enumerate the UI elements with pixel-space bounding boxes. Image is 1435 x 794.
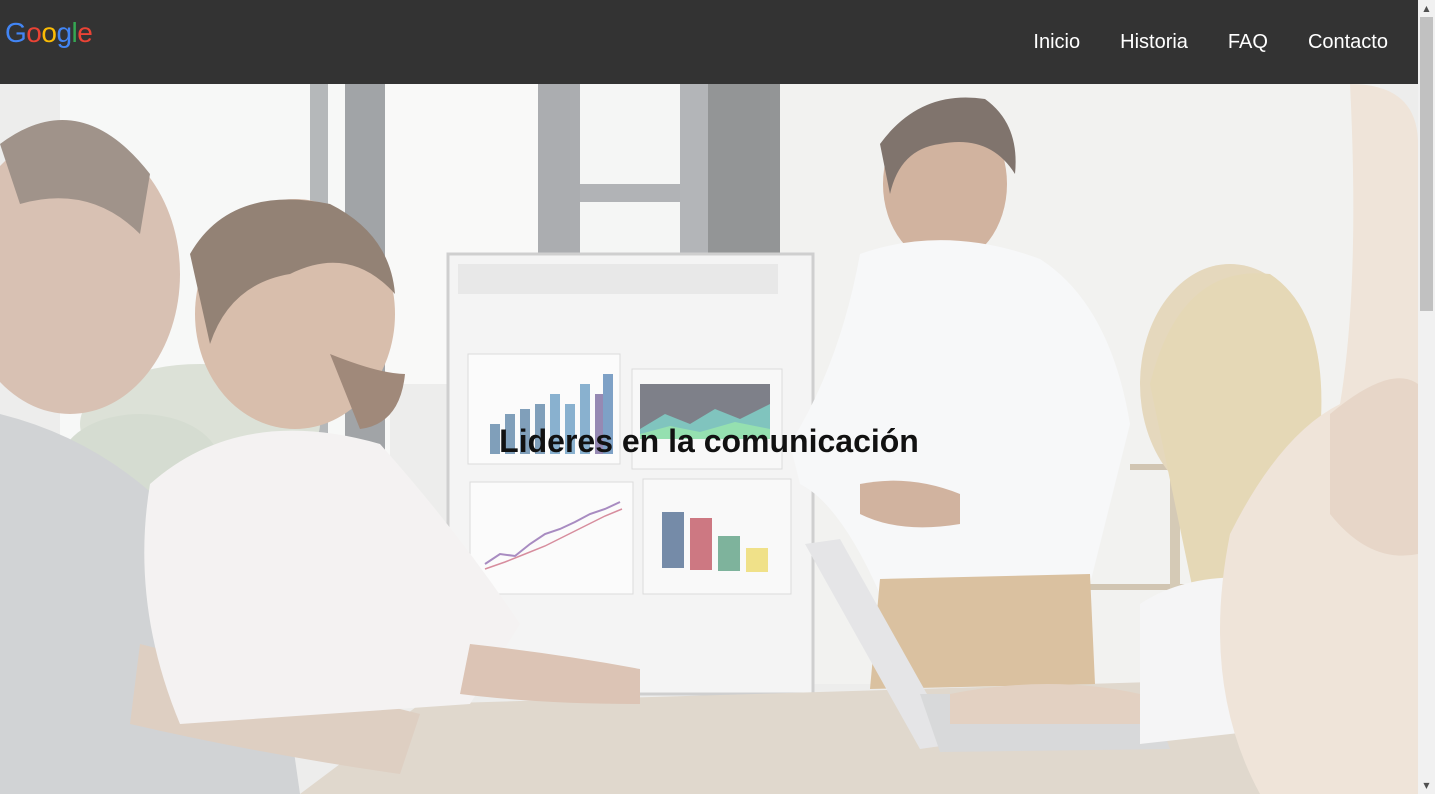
- triangle-up-icon[interactable]: ▲: [1418, 0, 1435, 17]
- hero-title: Lideres en la comunicación: [499, 423, 919, 459]
- logo-letter: e: [77, 17, 93, 48]
- hero-section: Lideres en la comunicación: [0, 84, 1418, 794]
- page-viewport: Google Inicio Historia FAQ Contacto Lide…: [0, 0, 1418, 794]
- logo-letter: o: [26, 17, 42, 48]
- logo-letter: G: [5, 17, 27, 48]
- vertical-scrollbar[interactable]: ▲ ▼: [1418, 0, 1435, 794]
- nav-link-historia[interactable]: Historia: [1120, 27, 1188, 57]
- triangle-down-icon[interactable]: ▼: [1418, 777, 1435, 794]
- logo-letter: g: [56, 17, 72, 48]
- nav-link-inicio[interactable]: Inicio: [1033, 27, 1080, 57]
- scrollbar-thumb[interactable]: [1420, 17, 1433, 311]
- navbar: Google Inicio Historia FAQ Contacto: [0, 0, 1418, 84]
- nav-link-faq[interactable]: FAQ: [1228, 27, 1268, 57]
- logo-letter: o: [41, 17, 57, 48]
- google-logo[interactable]: Google: [5, 13, 93, 53]
- nav-menu: Inicio Historia FAQ Contacto: [993, 27, 1388, 57]
- nav-link-contacto[interactable]: Contacto: [1308, 27, 1388, 57]
